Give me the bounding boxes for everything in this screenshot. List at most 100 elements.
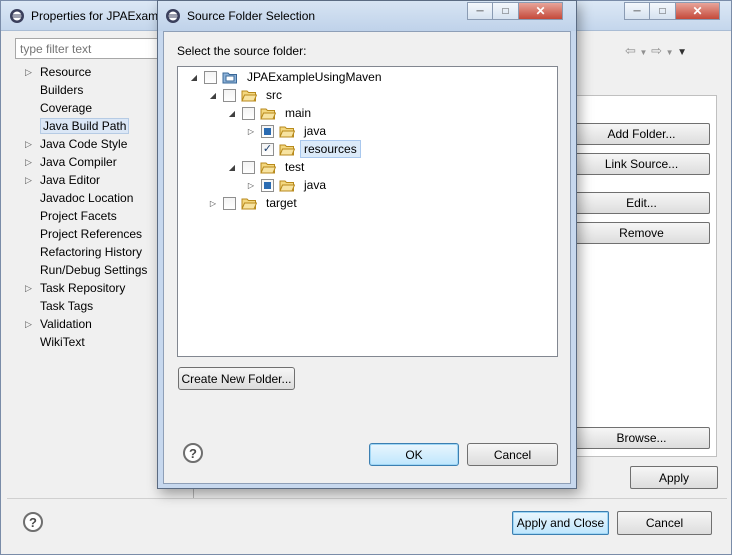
nav-item-label: Task Repository: [40, 281, 126, 295]
tree-node[interactable]: ▷ target: [207, 194, 301, 212]
expand-arrow-icon[interactable]: ▷: [245, 181, 257, 190]
tree-checkbox[interactable]: ✓: [261, 142, 274, 156]
tree-node[interactable]: ◢ main: [226, 104, 315, 122]
minimize-button[interactable]: ─: [624, 2, 650, 20]
tree-node[interactable]: ◢ src: [207, 86, 286, 104]
eclipse-icon: [166, 9, 180, 23]
remove-button[interactable]: Remove: [573, 222, 710, 244]
dialog-cancel-button[interactable]: Cancel: [467, 443, 558, 466]
view-menu-icon[interactable]: ▼: [677, 47, 687, 58]
link-source-button[interactable]: Link Source...: [573, 153, 710, 175]
folder-icon: [241, 89, 258, 102]
expand-arrow-icon[interactable]: ▷: [25, 63, 32, 81]
nav-item-label: WikiText: [40, 335, 85, 349]
tree-checkbox[interactable]: [223, 88, 236, 102]
minimize-icon: ─: [476, 5, 484, 17]
forward-dropdown-icon[interactable]: ▼: [666, 48, 674, 57]
tree-node-label: src: [266, 88, 282, 102]
tree-checkbox[interactable]: [242, 106, 255, 120]
folder-icon: [241, 197, 258, 210]
nav-item-label: Java Code Style: [40, 137, 128, 151]
tree-node-label: target: [266, 196, 297, 210]
back-arrow-icon[interactable]: ⇦: [625, 43, 636, 58]
nav-item-label: Validation: [40, 317, 92, 331]
expand-arrow-icon[interactable]: ▷: [25, 279, 32, 297]
tree-checkbox[interactable]: [204, 70, 217, 84]
folder-icon: [279, 179, 296, 192]
expand-arrow-icon[interactable]: ▷: [25, 315, 32, 333]
folder-icon: [279, 143, 296, 156]
nav-item-label: Project References: [40, 227, 143, 241]
tree-node[interactable]: ✓ resources: [245, 140, 361, 158]
folder-icon: [260, 161, 277, 174]
filter-input[interactable]: [15, 38, 170, 59]
tree-checkbox[interactable]: [261, 178, 274, 192]
expand-arrow-icon[interactable]: ▷: [245, 127, 257, 136]
apply-button[interactable]: Apply: [630, 466, 718, 489]
dialog-help-icon[interactable]: ?: [183, 443, 203, 463]
window-controls: ─ □ ✕: [624, 2, 720, 20]
expand-arrow-icon[interactable]: ▷: [25, 153, 32, 171]
source-tab-panel: [577, 95, 717, 457]
nav-item-label: Java Build Path: [40, 118, 130, 134]
nav-item-label: Run/Debug Settings: [40, 263, 148, 277]
close-icon: ✕: [535, 4, 546, 18]
tree-node-label: JPAExampleUsingMaven: [247, 70, 382, 84]
collapse-arrow-icon[interactable]: ◢: [188, 73, 200, 82]
create-new-folder-button[interactable]: Create New Folder...: [178, 367, 295, 390]
ok-button[interactable]: OK: [369, 443, 459, 466]
forward-arrow-icon[interactable]: ⇨: [651, 43, 662, 58]
folder-icon: [260, 107, 277, 120]
expand-arrow-icon[interactable]: ▷: [25, 171, 32, 189]
nav-item-label: Task Tags: [40, 299, 94, 313]
folder-tree: ◢ JPAExampleUsingMaven ◢ src ◢ main ▷ java ✓ reso…: [177, 66, 558, 357]
nav-item-label: Refactoring History: [40, 245, 143, 259]
minimize-icon: ─: [633, 5, 641, 17]
close-icon: ✕: [692, 4, 703, 18]
tree-node[interactable]: ◢ JPAExampleUsingMaven: [188, 68, 386, 86]
tree-checkbox[interactable]: [223, 196, 236, 210]
dialog-window-controls: ─ □ ✕: [467, 2, 563, 20]
maximize-icon: □: [502, 5, 509, 17]
dialog-body: Select the source folder: ◢ JPAExampleUsi…: [163, 31, 571, 484]
tree-node[interactable]: ◢ test: [226, 158, 308, 176]
tree-node-label: java: [304, 124, 327, 138]
dialog-close-button[interactable]: ✕: [519, 2, 563, 20]
bottom-separator: [7, 498, 727, 499]
history-nav: ⇦ ▼ ⇨ ▼ ▼: [625, 43, 687, 59]
eclipse-icon: [10, 9, 24, 23]
tree-node-label: test: [285, 160, 305, 174]
expand-arrow-icon[interactable]: ▷: [207, 199, 219, 208]
source-folder-dialog: Source Folder Selection ─ □ ✕ Select the…: [157, 0, 577, 489]
browse-button[interactable]: Browse...: [573, 427, 710, 449]
tree-node-label: resources: [300, 140, 361, 158]
collapse-arrow-icon[interactable]: ◢: [226, 109, 238, 118]
nav-item-label: Coverage: [40, 101, 93, 115]
properties-cancel-button[interactable]: Cancel: [617, 511, 712, 535]
back-dropdown-icon[interactable]: ▼: [640, 48, 648, 57]
dialog-title-bar[interactable]: Source Folder Selection ─ □ ✕: [158, 1, 576, 31]
nav-item-label: Java Compiler: [40, 155, 117, 169]
tree-checkbox[interactable]: [261, 124, 274, 138]
edit-button[interactable]: Edit...: [573, 192, 710, 214]
nav-item-label: Javadoc Location: [40, 191, 134, 205]
help-icon[interactable]: ?: [23, 512, 43, 532]
collapse-arrow-icon[interactable]: ◢: [226, 163, 238, 172]
nav-item-label: Builders: [40, 83, 84, 97]
nav-item-label: Project Facets: [40, 209, 117, 223]
dialog-minimize-button[interactable]: ─: [467, 2, 493, 20]
dialog-maximize-button[interactable]: □: [493, 2, 519, 20]
expand-arrow-icon[interactable]: ▷: [25, 135, 32, 153]
collapse-arrow-icon[interactable]: ◢: [207, 91, 219, 100]
tree-node[interactable]: ▷ java: [245, 176, 330, 194]
close-button[interactable]: ✕: [676, 2, 720, 20]
apply-and-close-button[interactable]: Apply and Close: [512, 511, 609, 535]
maximize-icon: □: [659, 5, 666, 17]
nav-item-label: Java Editor: [40, 173, 101, 187]
tree-node[interactable]: ▷ java: [245, 122, 330, 140]
tree-checkbox[interactable]: [242, 160, 255, 174]
tree-node-label: java: [304, 178, 327, 192]
maximize-button[interactable]: □: [650, 2, 676, 20]
tree-node-label: main: [285, 106, 312, 120]
add-folder-button[interactable]: Add Folder...: [573, 123, 710, 145]
